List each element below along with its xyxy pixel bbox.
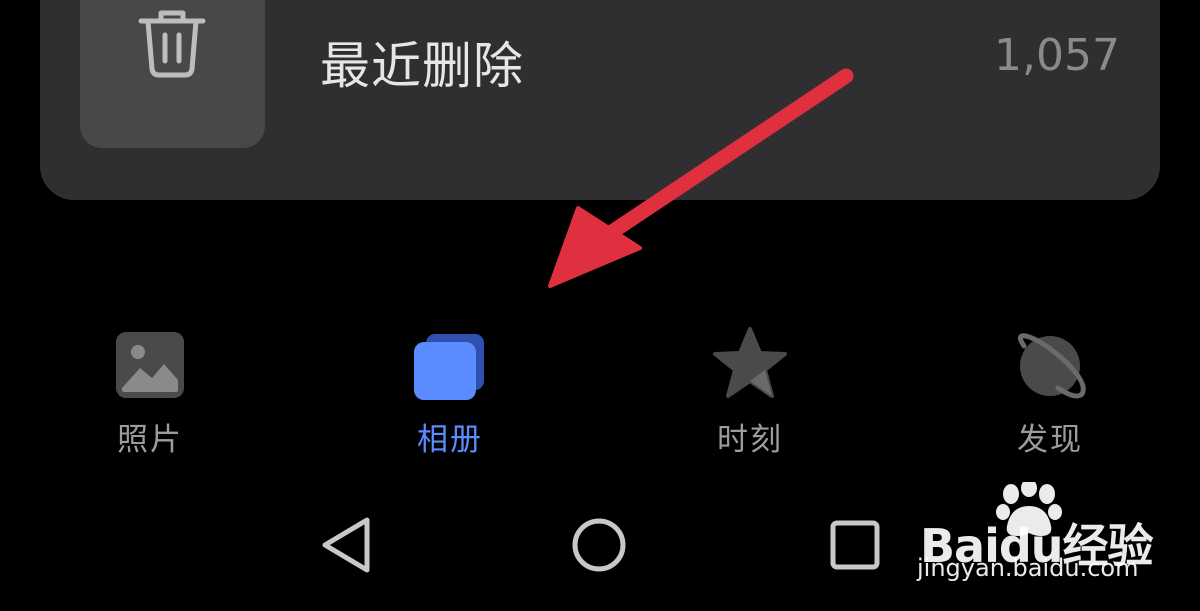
back-button[interactable] [305, 505, 385, 585]
tab-moments[interactable]: 时刻 [650, 320, 850, 470]
planet-icon [1018, 333, 1086, 399]
watermark: Baidu经验 jingyan.baidu.com [915, 482, 1195, 602]
watermark-url: jingyan.baidu.com [917, 554, 1139, 582]
tab-photos-label: 照片 [117, 422, 183, 458]
tab-moments-label: 时刻 [717, 422, 783, 458]
tab-albums-label: 相册 [417, 422, 483, 458]
home-button[interactable] [559, 505, 639, 585]
bottom-tab-bar: 照片 相册 时刻 发现 [0, 320, 1200, 470]
recents-square-icon [830, 520, 880, 570]
back-triangle-icon [322, 517, 370, 573]
tab-discover[interactable]: 发现 [950, 320, 1150, 470]
tab-photos[interactable]: 照片 [50, 320, 250, 470]
tab-discover-label: 发现 [1017, 422, 1083, 458]
albums-icon [414, 334, 484, 400]
home-circle-icon [572, 518, 626, 572]
star-icon [713, 327, 787, 398]
gallery-screen: 最近删除 1,057 照片 相册 时刻 发现 Baidu经验 jingyan.b… [0, 0, 1200, 611]
photo-icon [116, 332, 184, 398]
tab-albums[interactable]: 相册 [350, 320, 550, 470]
recents-button[interactable] [815, 505, 895, 585]
